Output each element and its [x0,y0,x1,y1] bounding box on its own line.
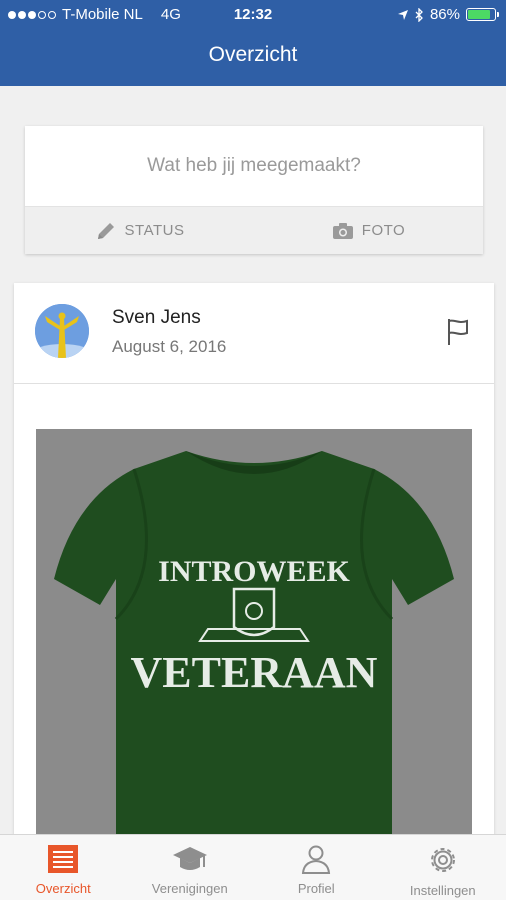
status-bar: T-Mobile NL 4G 12:32 86% [0,0,506,30]
status-button[interactable]: STATUS [25,207,254,254]
post-header: Sven Jens August 6, 2016 [14,283,494,384]
page-title: Overzicht [208,43,298,66]
tab-bar: Overzicht Verenigingen Profiel Instellin… [0,834,506,900]
tab-label: Overzicht [35,881,91,896]
battery-percentage: 86% [429,6,460,23]
location-arrow-icon [397,9,408,20]
bluetooth-icon [415,7,423,22]
shirt-text-top: INTROWEEK [158,555,350,588]
photo-label: FOTO [361,222,406,239]
gear-icon [430,848,455,872]
list-icon [48,845,79,873]
person-icon [302,845,331,874]
flag-icon[interactable] [446,318,470,346]
avatar[interactable] [35,304,89,358]
photo-button[interactable]: FOTO [254,207,483,254]
tab-label: Verenigingen [151,881,228,896]
pencil-icon [97,222,114,239]
tab-label: Instellingen [409,883,476,898]
tab-profiel[interactable]: Profiel [253,835,380,900]
battery-fill [468,10,491,19]
tshirt-image: INTROWEEK VETERAAN [36,429,472,843]
battery-icon [466,8,499,21]
navigation-header: T-Mobile NL 4G 12:32 86% Overzicht [0,0,506,86]
post-date: August 6, 2016 [112,337,227,356]
status-label: STATUS [124,222,185,239]
tab-verenigingen[interactable]: Verenigingen [127,835,254,900]
graduation-cap-icon [172,847,207,870]
post-composer: Wat heb jij meegemaakt? STATUS FOTO [25,126,483,254]
tab-label: Profiel [297,881,335,896]
composer-actions: STATUS FOTO [25,206,483,254]
tab-instellingen[interactable]: Instellingen [380,835,506,900]
avatar-image [35,304,89,358]
post-image[interactable]: INTROWEEK VETERAAN [36,429,472,843]
tab-overzicht[interactable]: Overzicht [0,835,127,900]
shirt-text-bottom: VETERAAN [131,648,378,697]
composer-input[interactable]: Wat heb jij meegemaakt? [25,126,483,206]
status-bar-right: 86% [397,6,499,23]
post-author[interactable]: Sven Jens [112,307,201,329]
camera-icon [332,222,353,239]
feed-post: Sven Jens August 6, 2016 INTROWEEK VETER… [14,283,494,843]
